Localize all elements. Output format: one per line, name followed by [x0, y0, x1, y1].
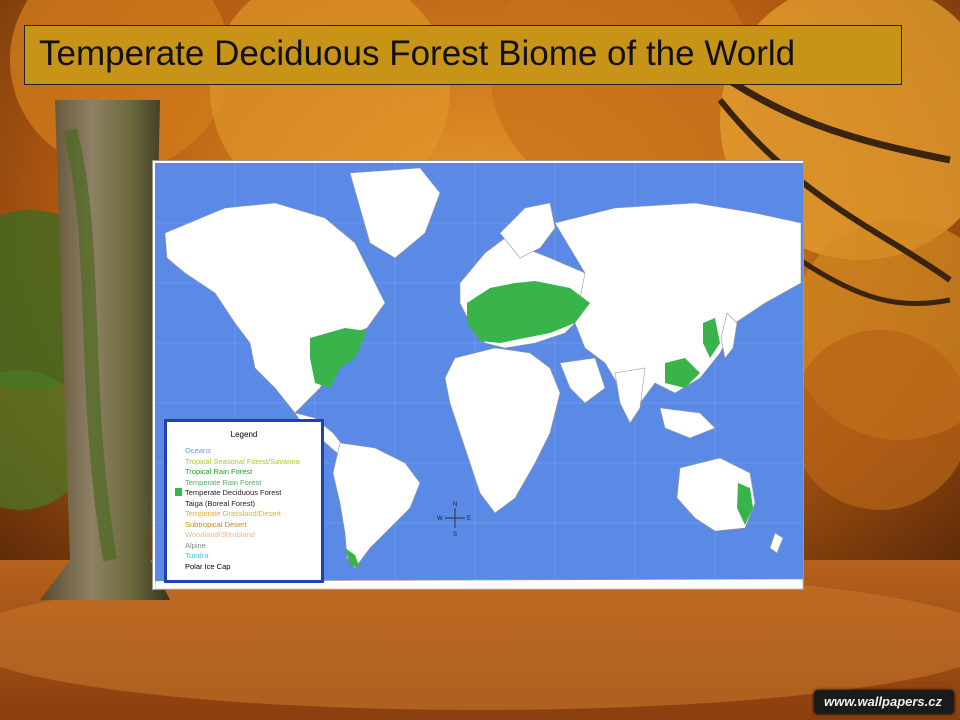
legend-item: Tropical Seasonal Forest/Savanna: [185, 456, 300, 466]
legend-item: Polar Ice Cap: [185, 561, 231, 571]
slide-title: Temperate Deciduous Forest Biome of the …: [39, 34, 796, 73]
legend-item: Tropical Rain Forest: [185, 467, 253, 476]
compass-east: E: [467, 516, 471, 522]
map-legend: Legend Oceans Tropical Seasonal Forest/Sa…: [164, 419, 324, 583]
legend-item: Temperate Rain Forest: [185, 477, 262, 487]
watermark-text: www.wallpapers.cz: [824, 694, 943, 709]
compass-west: W: [437, 516, 443, 522]
legend-item: Taiga (Boreal Forest): [185, 498, 256, 508]
legend-item: Alpine: [185, 540, 206, 550]
legend-item: Tundra: [185, 551, 209, 560]
legend-item: Oceans: [185, 446, 211, 455]
watermark-badge: www.wallpapers.cz: [814, 690, 954, 714]
legend-item: Woodland/Shrubland: [185, 530, 255, 539]
legend-item: Temperate Deciduous Forest: [185, 488, 282, 497]
legend-swatch: [175, 488, 182, 496]
title-banner: Temperate Deciduous Forest Biome of the …: [24, 25, 902, 85]
legend-item: Temperate Grassland/Desert: [185, 509, 281, 518]
compass-south: S: [453, 532, 457, 538]
legend-item: Subtropical Desert: [185, 519, 247, 529]
legend-title: Legend: [230, 430, 258, 439]
compass-north: N: [453, 502, 457, 508]
